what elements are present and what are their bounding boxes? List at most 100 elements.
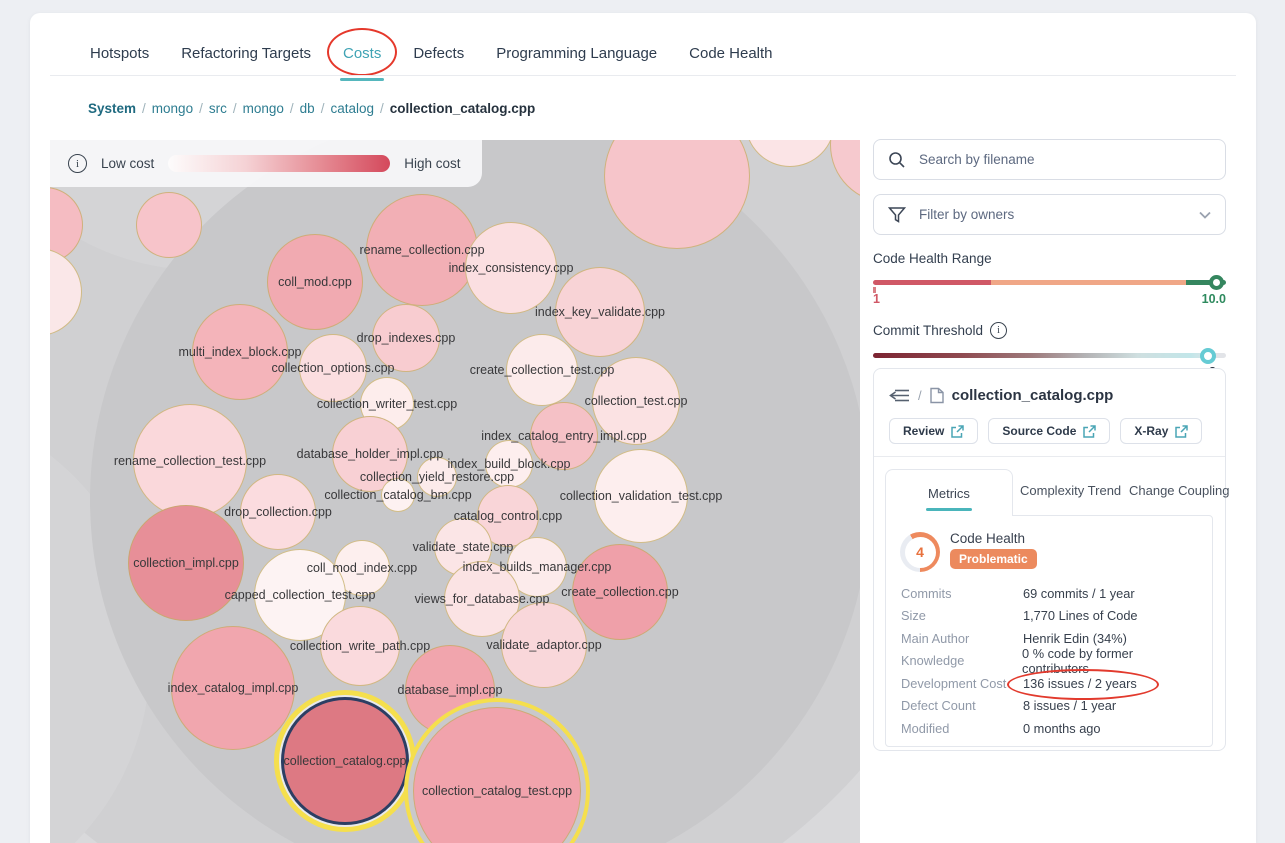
bubble-create-collection-test-cpp[interactable] bbox=[506, 334, 578, 406]
detail-divider bbox=[874, 456, 1225, 457]
nav-tab-refactoring-targets[interactable]: Refactoring Targets bbox=[179, 41, 313, 66]
metric-label: Knowledge bbox=[901, 653, 1022, 668]
tab-change-coupling[interactable]: Change Coupling bbox=[1129, 483, 1229, 498]
file-detail-card: / collection_catalog.cpp ReviewSource Co… bbox=[873, 368, 1226, 751]
bubble-multi-index-block-cpp[interactable] bbox=[192, 304, 288, 400]
breadcrumb-link-3-db[interactable]: db bbox=[300, 101, 315, 116]
external-link-icon bbox=[951, 425, 964, 438]
nav-tab-costs[interactable]: Costs bbox=[341, 41, 383, 66]
metric-row-defect-count: Defect Count8 issues / 1 year bbox=[901, 695, 1202, 718]
nav-tab-code-health[interactable]: Code Health bbox=[687, 41, 774, 66]
chevron-down-icon bbox=[1199, 211, 1211, 219]
bubble-coll-mod-cpp[interactable] bbox=[267, 234, 363, 330]
bubble-rename-collection-cpp[interactable] bbox=[366, 194, 478, 306]
bubble-validate-adaptor-cpp[interactable] bbox=[501, 602, 587, 688]
status-badge: Problematic bbox=[950, 549, 1037, 569]
metric-label: Main Author bbox=[901, 631, 1023, 646]
threshold-handle[interactable] bbox=[1200, 348, 1216, 364]
detail-actions: Review Source Code X-Ray bbox=[889, 418, 1202, 444]
breadcrumb-separator: / bbox=[199, 101, 203, 116]
range-handle[interactable] bbox=[1209, 275, 1224, 290]
commit-threshold-info-icon[interactable]: i bbox=[990, 322, 1007, 339]
code-health-gauge: 4 bbox=[900, 532, 940, 572]
nav-tab-programming-language[interactable]: Programming Language bbox=[494, 41, 659, 66]
range-track-peach bbox=[991, 280, 1186, 285]
nav-tab-defects[interactable]: Defects bbox=[411, 41, 466, 66]
metric-value: 0 months ago bbox=[1023, 721, 1101, 736]
bubble-index-build-block-cpp[interactable] bbox=[485, 440, 533, 488]
breadcrumb-link-4-catalog[interactable]: catalog bbox=[330, 101, 374, 116]
main-card: Hotspots Refactoring Targets Costs Defects P… bbox=[30, 13, 1256, 843]
metric-row-commits: Commits69 commits / 1 year bbox=[901, 582, 1202, 605]
breadcrumb-current-file: collection_catalog.cpp bbox=[390, 101, 536, 116]
review-button[interactable]: Review bbox=[889, 418, 978, 444]
bubble-collection-options-cpp[interactable] bbox=[299, 334, 367, 402]
owner-filter-dropdown[interactable]: Filter by owners bbox=[873, 194, 1226, 235]
metric-label: Size bbox=[901, 608, 1023, 623]
breadcrumb-link-0-mongo[interactable]: mongo bbox=[152, 101, 193, 116]
external-link-icon bbox=[1083, 425, 1096, 438]
metric-value: Henrik Edin (34%) bbox=[1023, 631, 1127, 646]
search-box[interactable]: Search by filename bbox=[873, 139, 1226, 180]
bubble-drop-collection-cpp[interactable] bbox=[240, 474, 316, 550]
file-icon bbox=[930, 387, 944, 404]
detail-filename: collection_catalog.cpp bbox=[952, 387, 1114, 404]
legend-info-icon[interactable]: i bbox=[68, 154, 87, 173]
breadcrumb-root[interactable]: System bbox=[88, 101, 136, 116]
owner-filter-label: Filter by owners bbox=[919, 207, 1014, 222]
cost-gradient-bar bbox=[168, 155, 390, 172]
metric-row-knowledge: Knowledge0 % code by former contributors bbox=[901, 650, 1202, 673]
breadcrumb: System/mongo/src/mongo/db/catalog/collec… bbox=[88, 101, 535, 116]
metric-label: Defect Count bbox=[901, 698, 1023, 713]
metrics-list: Commits69 commits / 1 yearSize1,770 Line… bbox=[901, 582, 1202, 740]
bubble-index-key-validate-cpp[interactable] bbox=[555, 267, 645, 357]
bubble-collection-test-cpp[interactable] bbox=[592, 357, 680, 445]
button-label: Source Code bbox=[1002, 424, 1076, 438]
bubble-create-collection-cpp[interactable] bbox=[572, 544, 668, 640]
search-icon bbox=[888, 151, 906, 169]
bubble-index-catalog-entry-impl-cpp[interactable] bbox=[530, 402, 598, 470]
nav-tab-hotspots[interactable]: Hotspots bbox=[88, 41, 151, 66]
cost-bubble-chart[interactable]: coll_mod.cpprename_collection.cppindex_c… bbox=[50, 140, 860, 843]
nav-divider bbox=[50, 75, 1236, 76]
commit-threshold-slider[interactable] bbox=[873, 347, 1226, 363]
top-nav: Hotspots Refactoring Targets Costs Defects P… bbox=[88, 38, 775, 68]
search-placeholder: Search by filename bbox=[919, 152, 1035, 167]
tab-complexity-trend[interactable]: Complexity Trend bbox=[1020, 483, 1121, 498]
threshold-track bbox=[873, 353, 1226, 358]
bubble-index-catalog-impl-cpp[interactable] bbox=[171, 626, 295, 750]
range-track-red bbox=[873, 280, 991, 285]
metric-label: Commits bbox=[901, 586, 1023, 601]
bubble-collection-catalog-cpp[interactable] bbox=[281, 697, 409, 825]
range-max-label: 10.0 bbox=[1202, 292, 1226, 306]
external-link-icon bbox=[1175, 425, 1188, 438]
bubble-collection-catalog-bm-cpp[interactable] bbox=[381, 478, 415, 512]
code-health-range-slider[interactable] bbox=[873, 274, 1226, 290]
back-to-list-icon[interactable] bbox=[889, 388, 910, 403]
range-min-tick bbox=[873, 287, 876, 293]
bubble-drop-indexes-cpp[interactable] bbox=[372, 304, 440, 372]
source-code-button[interactable]: Source Code bbox=[988, 418, 1110, 444]
sidebar: Search by filename Filter by owners Code… bbox=[873, 139, 1226, 379]
breadcrumb-link-2-mongo[interactable]: mongo bbox=[243, 101, 284, 116]
tab-metrics[interactable]: Metrics bbox=[885, 469, 1013, 516]
bubble-rename-collection-test-cpp[interactable] bbox=[133, 404, 247, 518]
bubble-index-consistency-cpp[interactable] bbox=[465, 222, 557, 314]
metric-value: 8 issues / 1 year bbox=[1023, 698, 1116, 713]
bubble-collection-impl-cpp[interactable] bbox=[128, 505, 244, 621]
bubble-unlabeled[interactable] bbox=[136, 192, 202, 258]
metrics-panel: 4 Code Health Problematic Commits69 comm… bbox=[885, 515, 1213, 747]
range-min-label: 1 bbox=[873, 292, 880, 306]
metric-row-size: Size1,770 Lines of Code bbox=[901, 605, 1202, 628]
button-label: X-Ray bbox=[1134, 424, 1168, 438]
metric-row-modified: Modified0 months ago bbox=[901, 717, 1202, 740]
bubble-collection-yield-restore-cpp[interactable] bbox=[417, 457, 457, 497]
breadcrumb-separator: / bbox=[233, 101, 237, 116]
bubble-collection-validation-test-cpp[interactable] bbox=[594, 449, 688, 543]
breadcrumb-link-1-src[interactable]: src bbox=[209, 101, 227, 116]
metric-value: 136 issues / 2 years bbox=[1023, 676, 1137, 691]
tab-active-underline bbox=[926, 508, 972, 511]
legend-high-label: High cost bbox=[404, 156, 460, 171]
x-ray-button[interactable]: X-Ray bbox=[1120, 418, 1202, 444]
bubble-collection-write-path-cpp[interactable] bbox=[320, 606, 400, 686]
